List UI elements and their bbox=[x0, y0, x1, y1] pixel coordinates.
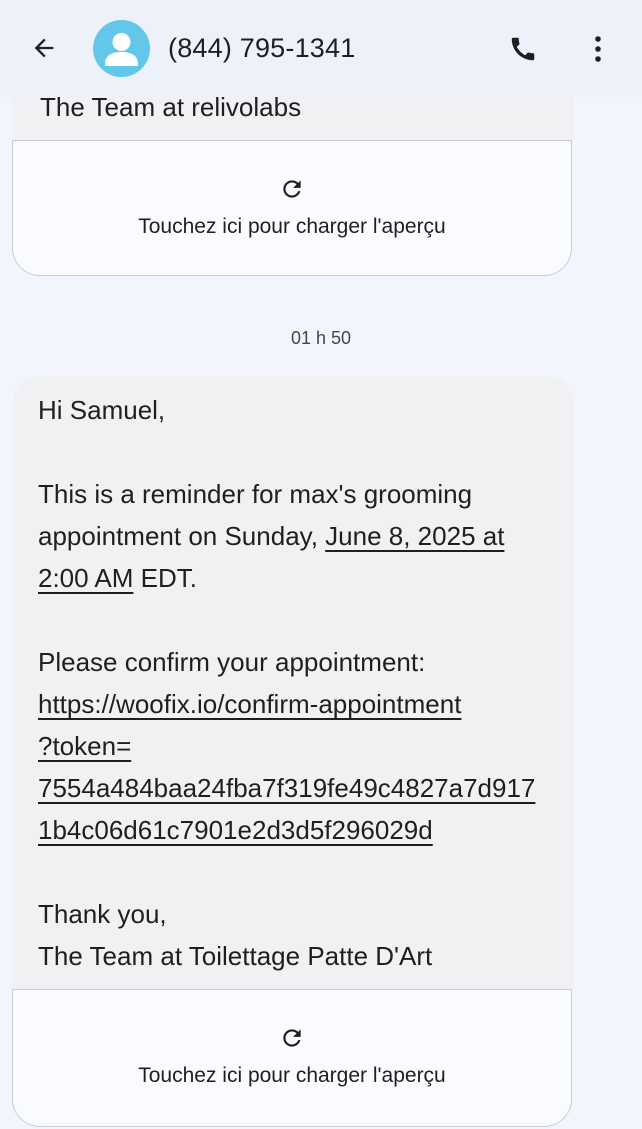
url-part[interactable]: 1b4c06d61c7901e2d3d5f296029d bbox=[38, 815, 433, 845]
back-button[interactable] bbox=[24, 28, 64, 68]
url-part[interactable]: https://woofix.io/confirm-appointment bbox=[38, 689, 461, 719]
person-icon bbox=[105, 33, 138, 66]
confirm-url-link[interactable]: 1b4c06d61c7901e2d3d5f296029d bbox=[38, 809, 433, 851]
message-greeting: Hi Samuel, bbox=[38, 395, 166, 425]
url-part[interactable]: 7554a484baa24fba7f319fe49c4827a7d917 bbox=[38, 773, 535, 803]
more-vert-icon bbox=[595, 36, 601, 62]
phone-icon bbox=[511, 37, 535, 61]
message-line: Please confirm your appointment: bbox=[38, 647, 426, 677]
confirm-url-link[interactable]: ?token= bbox=[38, 725, 131, 767]
link-preview-card[interactable]: Touchez ici pour charger l'aperçu bbox=[12, 140, 572, 276]
confirm-url-link[interactable]: https://woofix.io/confirm-appointment bbox=[38, 683, 461, 725]
more-options-button[interactable] bbox=[580, 28, 616, 70]
conversation-header: (844) 795-1341 bbox=[0, 0, 642, 97]
refresh-icon bbox=[278, 1024, 306, 1052]
refresh-icon bbox=[278, 175, 306, 203]
message-signature: The Team at Toilettage Patte D'Art bbox=[38, 941, 433, 971]
message-line: 2:00 AM EDT. bbox=[38, 557, 197, 599]
date-link[interactable]: June 8, 2025 at bbox=[325, 521, 504, 551]
message-text: EDT. bbox=[133, 563, 197, 593]
message-line: appointment on Sunday, June 8, 2025 at bbox=[38, 515, 504, 557]
message-line: This is a reminder for max's grooming bbox=[38, 479, 473, 509]
arrow-left-icon bbox=[34, 38, 54, 58]
time-link[interactable]: 2:00 AM bbox=[38, 563, 133, 593]
preview-label: Touchez ici pour charger l'aperçu bbox=[138, 1064, 446, 1087]
call-button[interactable] bbox=[502, 28, 544, 70]
preview-label: Touchez ici pour charger l'aperçu bbox=[138, 215, 446, 238]
contact-name: (844) 795-1341 bbox=[168, 33, 356, 63]
confirm-url-link[interactable]: 7554a484baa24fba7f319fe49c4827a7d917 bbox=[38, 767, 535, 809]
message-text: appointment on Sunday, bbox=[38, 521, 326, 551]
message-timestamp: 01 h 50 bbox=[290, 328, 352, 348]
avatar[interactable] bbox=[93, 20, 150, 77]
message-line: Thank you, bbox=[38, 899, 167, 929]
link-preview-card[interactable]: Touchez ici pour charger l'aperçu bbox=[12, 989, 572, 1127]
url-part[interactable]: ?token= bbox=[38, 731, 131, 761]
